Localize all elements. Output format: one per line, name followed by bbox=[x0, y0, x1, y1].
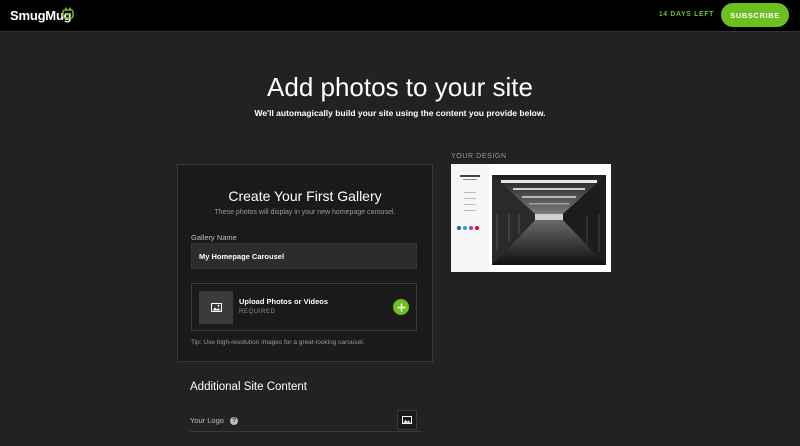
your-logo-row: Your Logo ? bbox=[190, 416, 239, 426]
divider bbox=[190, 431, 420, 432]
instagram-icon bbox=[469, 226, 473, 230]
preview-nav-item bbox=[464, 192, 476, 193]
upload-required-label: REQUIRED bbox=[239, 309, 276, 315]
upload-photos-box[interactable]: Upload Photos or Videos REQUIRED bbox=[191, 283, 417, 331]
question-icon[interactable]: ? bbox=[230, 417, 239, 426]
subscribe-button[interactable]: SUBSCRIBE bbox=[721, 3, 789, 27]
trial-days-left: 14 DAYS LEFT bbox=[658, 11, 714, 18]
gallery-name-label: Gallery Name bbox=[191, 233, 237, 242]
upload-title: Upload Photos or Videos bbox=[239, 297, 329, 306]
facebook-icon bbox=[457, 226, 461, 230]
smile-icon bbox=[62, 7, 74, 19]
page-subtitle: We'll automagically build your site usin… bbox=[254, 108, 546, 118]
preview-site-name bbox=[460, 175, 480, 177]
image-icon bbox=[199, 291, 233, 324]
pinterest-icon bbox=[475, 226, 479, 230]
preview-site-tagline bbox=[463, 179, 477, 180]
preview-sidebar bbox=[451, 164, 489, 272]
plus-icon[interactable] bbox=[393, 299, 409, 315]
gallery-card-title: Create Your First Gallery bbox=[228, 188, 382, 204]
your-logo-label: Your Logo bbox=[190, 416, 224, 425]
additional-content-title: Additional Site Content bbox=[190, 381, 307, 393]
preview-nav-item bbox=[464, 210, 476, 211]
logo-upload-button[interactable] bbox=[397, 410, 417, 430]
gallery-card: Create Your First Gallery These photos w… bbox=[177, 164, 433, 362]
gallery-card-subtitle: These photos will display in your new ho… bbox=[214, 209, 396, 216]
upload-tip: Tip: Use high-resolution images for a gr… bbox=[191, 339, 365, 346]
design-preview[interactable] bbox=[451, 164, 611, 272]
twitter-icon bbox=[463, 226, 467, 230]
image-icon bbox=[402, 416, 412, 424]
gallery-name-input[interactable]: My Homepage Carousel bbox=[191, 243, 417, 269]
preview-nav-item bbox=[464, 204, 476, 205]
your-design-label: YOUR DESIGN bbox=[451, 153, 507, 160]
preview-carousel-image bbox=[491, 174, 607, 266]
page-title: Add photos to your site bbox=[267, 72, 533, 102]
top-bar: SmugMug 14 DAYS LEFT SUBSCRIBE bbox=[0, 0, 800, 32]
preview-nav-item bbox=[464, 198, 476, 199]
